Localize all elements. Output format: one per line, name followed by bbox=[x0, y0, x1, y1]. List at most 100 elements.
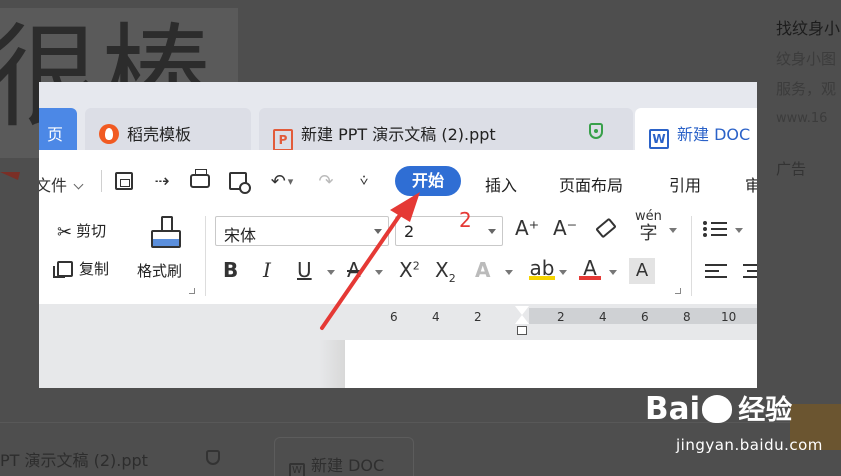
bullets-icon bbox=[703, 221, 727, 237]
clipboard-group-launcher[interactable] bbox=[189, 288, 195, 294]
copy-icon bbox=[53, 261, 73, 278]
clear-format-button[interactable] bbox=[595, 217, 617, 240]
eraser-icon bbox=[595, 217, 617, 239]
ruler-tick: 10 bbox=[721, 310, 737, 324]
print-icon bbox=[190, 169, 210, 188]
tab-home[interactable]: 页 bbox=[39, 108, 77, 150]
font-size-select[interactable]: 2 bbox=[395, 216, 503, 246]
align-center-icon bbox=[743, 264, 757, 278]
tab-doc-document[interactable]: W 新建 DOC bbox=[635, 108, 757, 150]
tab-start[interactable]: 开始 bbox=[395, 166, 461, 196]
chevron-down-icon bbox=[488, 229, 496, 234]
ruler-tick: 6 bbox=[641, 310, 649, 324]
background-ad-panel: 找纹身小 纹身小图 服务，观 www.16 广告 bbox=[776, 14, 841, 179]
pinyin-guide-button[interactable]: wén 字 bbox=[635, 210, 662, 244]
tab-ppt-document[interactable]: P 新建 PPT 演示文稿 (2).ppt bbox=[259, 108, 633, 150]
jingyan-logo-text: 经验 bbox=[738, 395, 793, 426]
strikethrough-button[interactable]: A bbox=[347, 258, 361, 282]
chevron-down-icon bbox=[505, 270, 513, 275]
background-ad-line3: www.16 bbox=[776, 111, 828, 126]
subscript-button[interactable]: X2 bbox=[435, 258, 456, 285]
ruler-tick: 4 bbox=[599, 310, 607, 324]
background-tab-ppt: PT 演示文稿 (2).ppt bbox=[0, 451, 148, 470]
font-name-select[interactable]: 宋体 bbox=[215, 216, 389, 246]
output-icon: ⇢ bbox=[154, 170, 170, 192]
shield-icon bbox=[589, 123, 603, 139]
annotation-step-number: 2 bbox=[459, 208, 472, 232]
chevron-down-icon bbox=[559, 270, 567, 275]
tab-ppt-label: 新建 PPT 演示文稿 (2).ppt bbox=[301, 125, 496, 144]
print-preview-button[interactable] bbox=[227, 170, 251, 194]
text-effect-button[interactable]: A bbox=[475, 258, 490, 282]
italic-button[interactable]: I bbox=[263, 258, 271, 282]
tab-daoke-templates[interactable]: 稻壳模板 bbox=[85, 108, 251, 150]
menu-file[interactable]: 文件 bbox=[39, 172, 84, 196]
undo-button[interactable]: ↶ ▾ bbox=[265, 170, 299, 192]
highlight-button[interactable]: ab bbox=[529, 256, 555, 280]
tab-daoke-label: 稻壳模板 bbox=[127, 125, 192, 144]
pinyin-bottom: 字 bbox=[639, 223, 658, 244]
cut-button[interactable]: ✂ 剪切 bbox=[57, 220, 106, 243]
indent-marker-base[interactable] bbox=[517, 326, 527, 335]
background-shield-icon bbox=[206, 450, 220, 465]
save-button[interactable] bbox=[113, 170, 135, 192]
undo-dropdown-icon: ▾ bbox=[287, 174, 294, 188]
font-color-label: A bbox=[583, 256, 597, 280]
watermark-url: jingyan.baidu.com bbox=[676, 436, 823, 454]
paw-icon bbox=[702, 395, 733, 423]
superscript-button[interactable]: X2 bbox=[399, 258, 420, 282]
chevron-down-icon bbox=[73, 179, 84, 190]
menu-bar: 文件 ⇢ ↶ ▾ ↷ ⩒ 开始 插入 页面布局 引用 审 bbox=[39, 150, 757, 210]
font-group-launcher[interactable] bbox=[675, 288, 681, 294]
bold-button[interactable]: B bbox=[223, 258, 238, 282]
chevron-down-icon bbox=[735, 228, 743, 233]
superscript-base: X bbox=[399, 258, 413, 282]
background-tab-doc-label: 新建 DOC bbox=[311, 456, 385, 475]
font-color-button[interactable]: A bbox=[579, 256, 601, 280]
document-page[interactable] bbox=[345, 340, 757, 388]
tab-page-layout[interactable]: 页面布局 bbox=[559, 172, 623, 196]
output-button[interactable]: ⇢ bbox=[151, 170, 173, 192]
copy-button[interactable]: 复制 bbox=[53, 258, 109, 279]
superscript-mark: 2 bbox=[412, 259, 420, 273]
character-shading-button[interactable]: A bbox=[629, 258, 655, 284]
align-center-button[interactable] bbox=[743, 264, 757, 282]
scissors-icon: ✂ bbox=[57, 222, 73, 243]
chevron-down-icon bbox=[669, 228, 677, 233]
ribbon-separator bbox=[691, 216, 692, 296]
highlight-label: ab bbox=[529, 256, 555, 280]
align-left-button[interactable] bbox=[705, 264, 727, 282]
print-button[interactable] bbox=[189, 169, 211, 192]
background-ad-title: 找纹身小 bbox=[776, 19, 841, 38]
redo-icon: ↷ bbox=[318, 170, 334, 192]
tab-review[interactable]: 审 bbox=[745, 172, 757, 196]
background-ad-label: 广告 bbox=[776, 160, 807, 178]
chevron-down-icon bbox=[327, 270, 335, 275]
format-painter-icon bbox=[151, 216, 181, 248]
tab-bar: 页 稻壳模板 P 新建 PPT 演示文稿 (2).ppt W 新建 DOC bbox=[39, 82, 757, 150]
underline-button[interactable]: U bbox=[297, 258, 312, 282]
horizontal-ruler[interactable]: 6 4 2 2 4 6 8 10 bbox=[379, 304, 757, 328]
baidu-logo-text: Bai bbox=[645, 391, 701, 427]
redo-button[interactable]: ↷ bbox=[315, 170, 337, 192]
ruler-tick: 2 bbox=[557, 310, 565, 324]
shrink-font-button[interactable]: A⁻ bbox=[553, 216, 577, 240]
chevron-down-icon bbox=[374, 229, 382, 234]
grow-font-button[interactable]: A⁺ bbox=[515, 216, 539, 240]
bullets-button[interactable] bbox=[703, 218, 727, 240]
quick-access-more-button[interactable]: ⩒ bbox=[353, 170, 375, 192]
background-ad-line2: 服务，观 bbox=[776, 80, 837, 98]
tab-insert[interactable]: 插入 bbox=[485, 172, 517, 196]
align-left-icon bbox=[705, 264, 727, 278]
format-painter-button[interactable] bbox=[147, 214, 187, 250]
baidu-jingyan-logo: Bai 经验 bbox=[645, 388, 792, 427]
ruler-tick: 2 bbox=[474, 310, 482, 324]
daoke-icon bbox=[99, 124, 119, 144]
ribbon-separator bbox=[205, 216, 206, 296]
print-preview-icon bbox=[229, 172, 251, 194]
undo-icon: ↶ bbox=[270, 170, 286, 192]
tab-reference[interactable]: 引用 bbox=[669, 172, 701, 196]
background-tab-doc: W 新建 DOC bbox=[274, 437, 414, 476]
tab-doc-label: 新建 DOC bbox=[677, 125, 751, 144]
document-area: 6 4 2 2 4 6 8 10 bbox=[39, 304, 757, 388]
